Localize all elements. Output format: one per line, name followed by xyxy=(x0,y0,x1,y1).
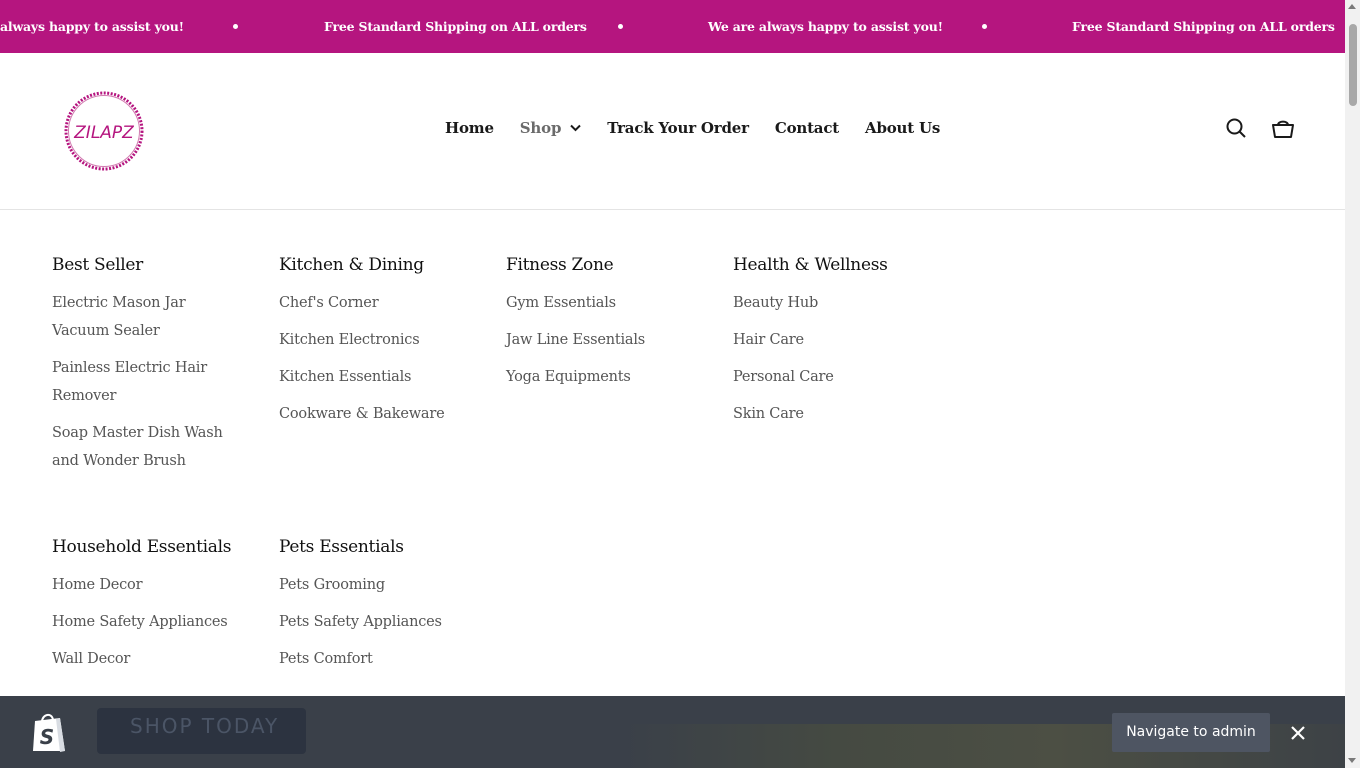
nav-about[interactable]: About Us xyxy=(865,119,940,137)
menu-column-kitchen-dining: Kitchen & Dining Chef's Corner Kitchen E… xyxy=(279,255,479,437)
menu-link[interactable]: Electric Mason Jar Vacuum Sealer xyxy=(52,289,242,345)
shopify-bag-icon[interactable]: S xyxy=(30,711,68,757)
menu-link[interactable]: Home Safety Appliances xyxy=(52,608,252,636)
menu-link[interactable]: Painless Electric Hair Remover xyxy=(52,354,242,410)
nav-track-order[interactable]: Track Your Order xyxy=(607,119,749,137)
announcement-message: Free Standard Shipping on ALL orders xyxy=(324,19,587,34)
hero-shop-button-label: SHOP TODAY xyxy=(130,714,280,738)
menu-column-title[interactable]: Fitness Zone xyxy=(506,255,706,275)
menu-link[interactable]: Kitchen Essentials xyxy=(279,363,479,391)
announcement-bar: always happy to assist you! Free Standar… xyxy=(0,0,1345,53)
menu-link[interactable]: Pets Comfort xyxy=(279,645,479,673)
menu-link[interactable]: Yoga Equipments xyxy=(506,363,706,391)
scrollbar-thumb[interactable] xyxy=(1349,24,1357,106)
menu-column-title[interactable]: Health & Wellness xyxy=(733,255,933,275)
separator-dot xyxy=(618,24,623,29)
menu-link[interactable]: Chef's Corner xyxy=(279,289,479,317)
menu-link[interactable]: Home Decor xyxy=(52,571,252,599)
menu-column-title[interactable]: Household Essentials xyxy=(52,537,252,557)
menu-column-title[interactable]: Best Seller xyxy=(52,255,242,275)
nav-shop-label: Shop xyxy=(519,119,562,137)
nav-home[interactable]: Home xyxy=(445,119,494,137)
menu-link[interactable]: Hair Care xyxy=(733,326,933,354)
search-icon[interactable] xyxy=(1225,117,1247,143)
announcement-message: Free Standard Shipping on ALL orders xyxy=(1072,19,1335,34)
logo-text: ZILAPZ xyxy=(73,123,134,143)
menu-link[interactable]: Wall Decor xyxy=(52,645,252,673)
menu-column-best-seller: Best Seller Electric Mason Jar Vacuum Se… xyxy=(52,255,242,484)
menu-link[interactable]: Jaw Line Essentials xyxy=(506,326,706,354)
shopify-admin-bar: SHOP TODAY S Navigate to admin xyxy=(0,696,1345,768)
page-scrollbar[interactable] xyxy=(1345,0,1360,768)
navigate-to-admin-button[interactable]: Navigate to admin xyxy=(1112,713,1270,752)
separator-dot xyxy=(982,24,987,29)
menu-link[interactable]: Gym Essentials xyxy=(506,289,706,317)
announcement-message: We are always happy to assist you! xyxy=(708,19,943,34)
menu-column-fitness-zone: Fitness Zone Gym Essentials Jaw Line Ess… xyxy=(506,255,706,400)
nav-shop[interactable]: Shop xyxy=(520,119,581,137)
menu-link[interactable]: Soap Master Dish Wash and Wonder Brush xyxy=(52,419,242,475)
menu-link[interactable]: Personal Care xyxy=(733,363,933,391)
chevron-down-icon xyxy=(570,124,581,132)
menu-column-household-essentials: Household Essentials Home Decor Home Saf… xyxy=(52,537,252,682)
announcement-message: always happy to assist you! xyxy=(0,19,184,34)
logo-mark: ZILAPZ xyxy=(64,91,144,171)
scroll-down-arrow[interactable] xyxy=(1348,758,1356,763)
menu-column-pets-essentials: Pets Essentials Pets Grooming Pets Safet… xyxy=(279,537,479,682)
svg-text:S: S xyxy=(40,725,54,749)
menu-column-health-wellness: Health & Wellness Beauty Hub Hair Care P… xyxy=(733,255,933,437)
separator-dot xyxy=(233,24,238,29)
site-header: ZILAPZ Home Shop Track Your Order Contac… xyxy=(0,53,1345,210)
menu-column-title[interactable]: Pets Essentials xyxy=(279,537,479,557)
close-icon[interactable] xyxy=(1290,725,1306,745)
main-nav: Home Shop Track Your Order Contact About… xyxy=(445,119,966,137)
menu-column-title[interactable]: Kitchen & Dining xyxy=(279,255,479,275)
scroll-up-arrow[interactable] xyxy=(1348,4,1356,9)
menu-link[interactable]: Kitchen Electronics xyxy=(279,326,479,354)
menu-link[interactable]: Pets Safety Appliances xyxy=(279,608,479,636)
menu-link[interactable]: Skin Care xyxy=(733,400,933,428)
menu-link[interactable]: Pets Grooming xyxy=(279,571,479,599)
nav-contact[interactable]: Contact xyxy=(775,119,839,137)
shop-mega-menu: Best Seller Electric Mason Jar Vacuum Se… xyxy=(0,210,1345,696)
cart-icon[interactable] xyxy=(1271,117,1295,143)
menu-link[interactable]: Beauty Hub xyxy=(733,289,933,317)
header-actions xyxy=(1201,117,1295,143)
site-logo[interactable]: ZILAPZ xyxy=(60,87,148,175)
menu-link[interactable]: Cookware & Bakeware xyxy=(279,400,479,428)
